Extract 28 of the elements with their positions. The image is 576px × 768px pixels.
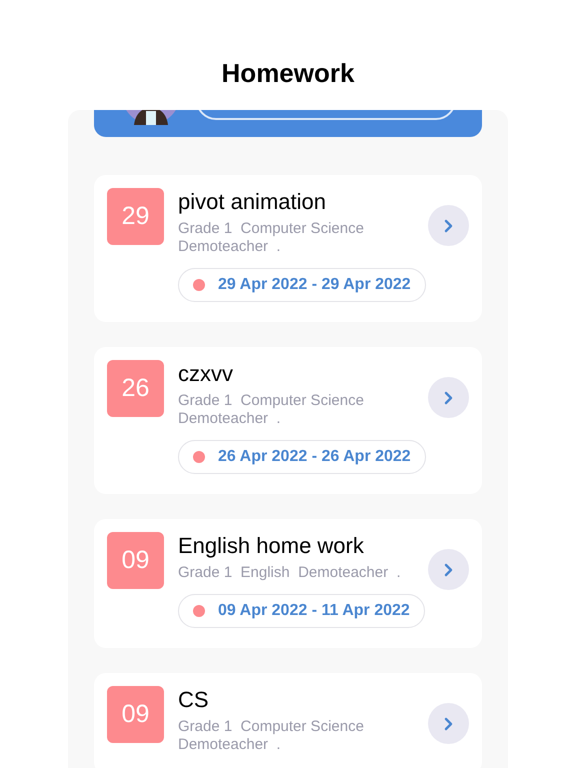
open-button[interactable] [428, 549, 469, 590]
date-range: 26 Apr 2022 - 26 Apr 2022 [218, 447, 411, 467]
homework-title: English home work [178, 532, 365, 560]
homework-card[interactable]: 09 English home work Grade 1 English Demoteacher . 09 Apr 2022 - 11 Apr 2022 [94, 519, 482, 648]
page-title: Homework [222, 57, 354, 90]
homework-title: CS [178, 686, 210, 714]
homework-details: Grade 1 Computer Science Demoteacher . [178, 718, 365, 754]
open-button[interactable] [428, 377, 469, 418]
chevron-right-icon [444, 218, 454, 232]
homework-card[interactable]: 09 CS Grade 1 Computer Science Demoteacher . [94, 673, 482, 768]
date-range: 09 Apr 2022 - 11 Apr 2022 [218, 601, 410, 621]
day-badge: 09 [107, 532, 164, 589]
open-button[interactable] [428, 205, 469, 246]
homework-details: Grade 1 Computer Science Demoteacher . [178, 220, 365, 256]
chevron-right-icon [444, 562, 454, 576]
homework-title: czxvv [178, 360, 234, 388]
open-button[interactable] [428, 703, 469, 744]
chevron-right-icon [444, 390, 454, 404]
day-badge: 26 [107, 360, 164, 417]
homework-details: Grade 1 Computer Science Demoteacher . [178, 392, 365, 428]
day-badge: 29 [107, 188, 164, 245]
chevron-right-icon [444, 716, 454, 730]
date-range: 29 Apr 2022 - 29 Apr 2022 [218, 275, 411, 295]
homework-card[interactable]: 26 czxvv Grade 1 Computer Science Demoteacher . 26 Apr 2022 - 26 Apr 2022 [94, 347, 482, 494]
homework-details: Grade 1 English Demoteacher . [178, 564, 402, 582]
homework-card[interactable]: 29 pivot animation Grade 1 Computer Science Demoteacher . 29 Apr 2022 - 29 Apr 2022 [94, 175, 482, 322]
day-badge: 09 [107, 686, 164, 743]
homework-title: pivot animation [178, 188, 327, 216]
